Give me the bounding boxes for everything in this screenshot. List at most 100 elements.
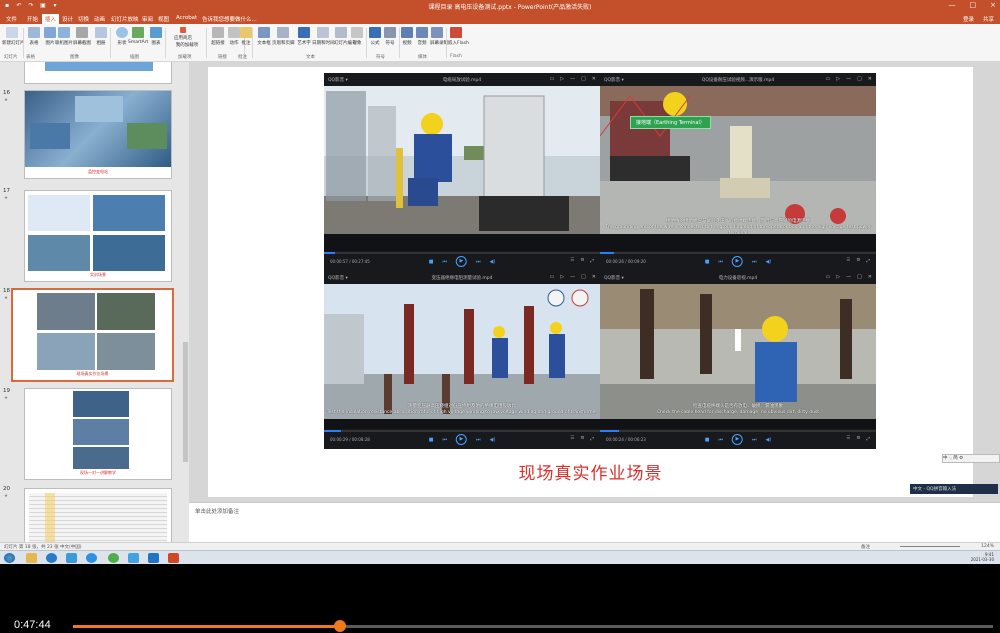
settings-icon[interactable]: ⚙ — [580, 258, 584, 264]
notes-placeholder[interactable]: 单击此处添加备注 — [195, 507, 239, 515]
video-frame-cable-test[interactable] — [324, 86, 600, 234]
new-slide-button[interactable]: 新建幻灯片 — [2, 27, 25, 57]
chart-button[interactable]: 图表 — [146, 27, 166, 57]
slide-thumbnail-17[interactable]: 实训场景 — [24, 190, 172, 282]
next-icon[interactable]: ⏭ — [752, 259, 757, 265]
fullscreen-icon[interactable]: ⤢ — [590, 258, 594, 264]
pin-icon[interactable]: ▭ — [825, 274, 830, 280]
tab-insert[interactable]: 插入 — [42, 14, 60, 24]
file-explorer-icon[interactable] — [26, 553, 37, 563]
play-icon[interactable]: ▶ — [455, 434, 467, 445]
tab-view[interactable]: 视图 — [158, 15, 169, 23]
app-icon[interactable] — [128, 553, 139, 563]
maximize-icon[interactable]: □ — [581, 76, 586, 82]
video-frame-inspection[interactable]: 检查电缆终端头是否有放电、破损、漏油现象 Check the cable hea… — [600, 284, 876, 419]
slide-thumbnail-19[interactable]: 现场一对一讲解教学 — [24, 388, 172, 480]
seek-handle[interactable] — [333, 620, 346, 632]
screen-record-button[interactable]: 屏幕录制 — [430, 27, 448, 57]
slide-thumbnail-20[interactable] — [24, 488, 172, 542]
datetime-button[interactable]: 日期和时间 — [312, 27, 335, 57]
header-footer-button[interactable]: 页眉和页脚 — [272, 27, 295, 57]
close-icon[interactable]: ✕ — [868, 76, 872, 82]
play-mode-icon[interactable]: ▷ — [560, 274, 564, 280]
pin-icon[interactable]: ▭ — [825, 76, 830, 82]
screenshot-button[interactable]: 屏幕截图 — [72, 27, 92, 57]
minimize-icon[interactable]: — — [570, 76, 575, 82]
online-picture-button[interactable]: 联机图片 — [54, 27, 74, 57]
prev-icon[interactable]: ⏮ — [718, 259, 723, 265]
next-icon[interactable]: ⏭ — [752, 437, 757, 443]
prev-icon[interactable]: ⏮ — [442, 437, 447, 443]
video-frame-withstand-test[interactable]: 接地端（Earthing Terminal） 接地线的接地端应与试验变压器的接地… — [600, 86, 876, 234]
zoom-level[interactable]: 124% — [981, 544, 994, 549]
zoom-slider[interactable] — [900, 546, 960, 547]
scrollbar-thumb[interactable] — [183, 342, 188, 462]
equation-button[interactable]: 公式 — [368, 27, 382, 57]
slide-thumbnail-16[interactable]: 监控变电站 — [24, 90, 172, 179]
ime-toolbar[interactable]: 中 ·, 简 ⚙ — [942, 454, 1000, 463]
embed-flash-button[interactable]: 嵌入Flash — [448, 27, 469, 57]
chrome-icon[interactable] — [108, 553, 119, 563]
slide-number-button[interactable]: 幻灯片编号 — [334, 27, 357, 57]
tab-design[interactable]: 设计 — [62, 15, 73, 23]
play-icon[interactable]: ▶ — [731, 434, 743, 445]
playlist-icon[interactable]: ☰ — [570, 436, 574, 442]
close-icon[interactable]: ✕ — [868, 274, 872, 280]
album-button[interactable]: 相册 — [91, 27, 111, 57]
fullscreen-icon[interactable]: ⤢ — [866, 436, 870, 442]
player-progress[interactable] — [600, 430, 876, 432]
player-progress[interactable] — [600, 252, 876, 254]
login-link[interactable]: 登录 — [963, 15, 974, 23]
settings-icon[interactable]: ⚙ — [856, 258, 860, 264]
share-button[interactable]: 共享 — [983, 15, 994, 23]
next-icon[interactable]: ⏭ — [476, 259, 481, 265]
fullscreen-icon[interactable]: ⤢ — [590, 436, 594, 442]
video-frame-transformer[interactable]: 测量变压器高压绕组对低压绕组及地的绝缘电阻吸收比 Test the insula… — [324, 284, 600, 419]
close-icon[interactable]: ✕ — [592, 76, 596, 82]
tab-transitions[interactable]: 切换 — [78, 15, 89, 23]
close-button[interactable]: × — [990, 1, 996, 9]
close-icon[interactable]: ✕ — [592, 274, 596, 280]
current-slide[interactable]: QQ影音 ▾ 电缆局放试验.mp4 ▭ ▷ — □ ✕ 00:00:57 / 0… — [208, 67, 973, 497]
maximize-icon[interactable]: □ — [857, 274, 862, 280]
minimize-button[interactable]: — — [949, 1, 956, 9]
video-player-3[interactable]: QQ影音 ▾ 变压器绝缘电阻测量试验.mp4 ▭ ▷ — □ ✕ 测量变压器高压… — [324, 271, 600, 449]
volume-icon[interactable]: ◀) — [765, 437, 771, 443]
video-button[interactable]: 视频 — [400, 27, 414, 57]
redo-icon[interactable]: ↷ — [28, 2, 34, 9]
app-icon[interactable] — [148, 553, 159, 563]
symbol-button[interactable]: 符号 — [383, 27, 397, 57]
stop-icon[interactable]: ■ — [429, 259, 434, 265]
comment-button[interactable]: 批注 — [236, 27, 256, 57]
minimize-icon[interactable]: — — [846, 274, 851, 280]
presentation-icon[interactable]: ▣ — [40, 2, 46, 9]
stop-icon[interactable]: ■ — [705, 259, 710, 265]
slide-thumbnail-15[interactable] — [24, 62, 172, 84]
pin-icon[interactable]: ▭ — [549, 274, 554, 280]
stop-icon[interactable]: ■ — [705, 437, 710, 443]
video-player-4[interactable]: QQ影音 ▾ 电力设备巡视.mp4 ▭ ▷ — □ ✕ 检查电缆终端头是否有放电… — [600, 271, 876, 449]
audio-button[interactable]: 音频 — [415, 27, 429, 57]
playlist-icon[interactable]: ☰ — [570, 258, 574, 264]
fullscreen-icon[interactable]: ⤢ — [866, 258, 870, 264]
tab-animations[interactable]: 动画 — [94, 15, 105, 23]
volume-icon[interactable]: ◀) — [489, 437, 495, 443]
video-player-2[interactable]: QQ影音 ▾ QQ设备耐压试验视频...演示版.mp4 ▭ ▷ — □ ✕ 接地… — [600, 73, 876, 271]
play-mode-icon[interactable]: ▷ — [836, 76, 840, 82]
playlist-icon[interactable]: ☰ — [846, 436, 850, 442]
tab-acrobat[interactable]: Acrobat — [176, 15, 197, 21]
stop-icon[interactable]: ■ — [429, 437, 434, 443]
powerpoint-icon[interactable] — [168, 553, 179, 563]
start-button-icon[interactable] — [4, 553, 15, 563]
browser-icon[interactable] — [46, 553, 57, 563]
textbox-button[interactable]: 文本框 — [254, 27, 274, 57]
play-mode-icon[interactable]: ▷ — [836, 274, 840, 280]
wordart-button[interactable]: 艺术字 — [294, 27, 314, 57]
play-mode-icon[interactable]: ▷ — [560, 76, 564, 82]
player-progress[interactable] — [324, 252, 600, 254]
volume-icon[interactable]: ◀) — [489, 259, 495, 265]
playlist-icon[interactable]: ☰ — [846, 258, 850, 264]
smartart-button[interactable]: SmartArt — [128, 27, 148, 57]
maximize-button[interactable]: □ — [970, 1, 977, 9]
tab-file[interactable]: 文件 — [6, 15, 17, 23]
